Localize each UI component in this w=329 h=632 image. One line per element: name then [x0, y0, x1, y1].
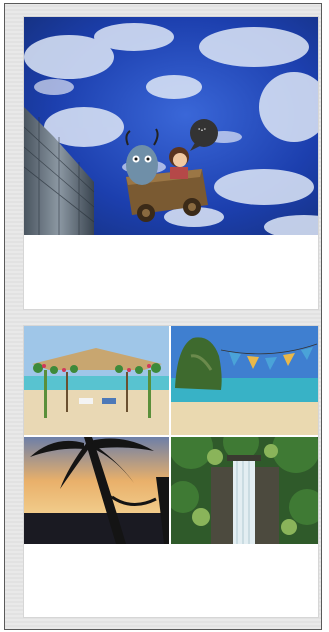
palm-hammock-sunset-photo[interactable] [24, 437, 169, 544]
jungle-waterfall-photo[interactable] [171, 437, 318, 544]
photo-post-card-1[interactable]: °•° [24, 17, 318, 309]
sky-cartoon-cart-photo[interactable]: °•° [24, 17, 318, 235]
tropical-island-bunting-photo[interactable] [171, 326, 318, 435]
svg-text:°•°: °•° [198, 128, 206, 134]
photo-post-card-2[interactable] [24, 326, 318, 617]
beach-gazebo-photo[interactable] [24, 326, 169, 435]
viewer-frame: °•° [4, 3, 322, 630]
